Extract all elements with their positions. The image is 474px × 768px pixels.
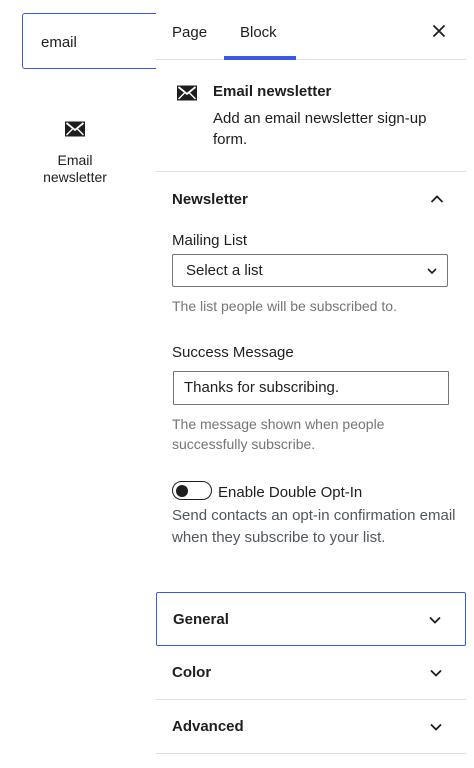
- tab-block[interactable]: Block: [240, 0, 277, 60]
- success-message-input[interactable]: Thanks for subscribing.: [173, 371, 449, 405]
- success-message-help: The message shown when people successful…: [172, 416, 385, 452]
- chevron-down-icon: [430, 723, 442, 731]
- panel-color-toggle[interactable]: Color: [156, 646, 466, 700]
- panel-color-title: Color: [172, 664, 212, 681]
- panel-general-title: General: [173, 611, 229, 628]
- panel-general-toggle[interactable]: General: [156, 592, 466, 646]
- chevron-down-icon: [429, 616, 441, 624]
- mailing-list-help: The list people will be subscribed to.: [172, 298, 397, 314]
- block-card-description: Add an email newsletter sign-up form.: [213, 110, 427, 148]
- envelope-icon: [65, 121, 85, 137]
- settings-sidebar: Page Block Email newsletter Add an email…: [156, 0, 466, 768]
- success-message-value: Thanks for subscribing.: [184, 379, 340, 396]
- block-search-value: email: [41, 34, 77, 51]
- double-opt-in-toggle[interactable]: [172, 481, 212, 500]
- block-result-email-newsletter[interactable]: Email newsletter: [30, 120, 120, 186]
- envelope-icon: [177, 85, 197, 101]
- close-icon[interactable]: [432, 24, 446, 38]
- mailing-list-selected: Select a list: [186, 262, 263, 279]
- block-card-title: Email newsletter: [213, 83, 332, 100]
- mailing-list-select[interactable]: Select a list: [172, 254, 448, 287]
- panel-newsletter-toggle[interactable]: Newsletter: [156, 172, 466, 226]
- success-message-label: Success Message: [172, 344, 294, 361]
- mailing-list-label: Mailing List: [172, 232, 248, 249]
- block-card: Email newsletter Add an email newsletter…: [156, 60, 466, 172]
- panel-newsletter-title: Newsletter: [172, 191, 248, 208]
- sidebar-tabs: Page Block: [156, 0, 466, 60]
- block-search-input[interactable]: email: [22, 13, 172, 69]
- chevron-down-icon: [427, 268, 437, 275]
- panel-advanced-toggle[interactable]: Advanced: [156, 700, 466, 754]
- tab-page[interactable]: Page: [172, 0, 207, 60]
- panel-advanced-title: Advanced: [172, 718, 244, 735]
- double-opt-in-help: Send contacts an opt-in confirmation ema…: [172, 507, 456, 546]
- chevron-down-icon: [430, 669, 442, 677]
- block-result-label: Email newsletter: [43, 152, 107, 185]
- toggle-knob: [176, 484, 188, 497]
- double-opt-in-label: Enable Double Opt-In: [218, 484, 363, 501]
- chevron-up-icon: [430, 195, 444, 203]
